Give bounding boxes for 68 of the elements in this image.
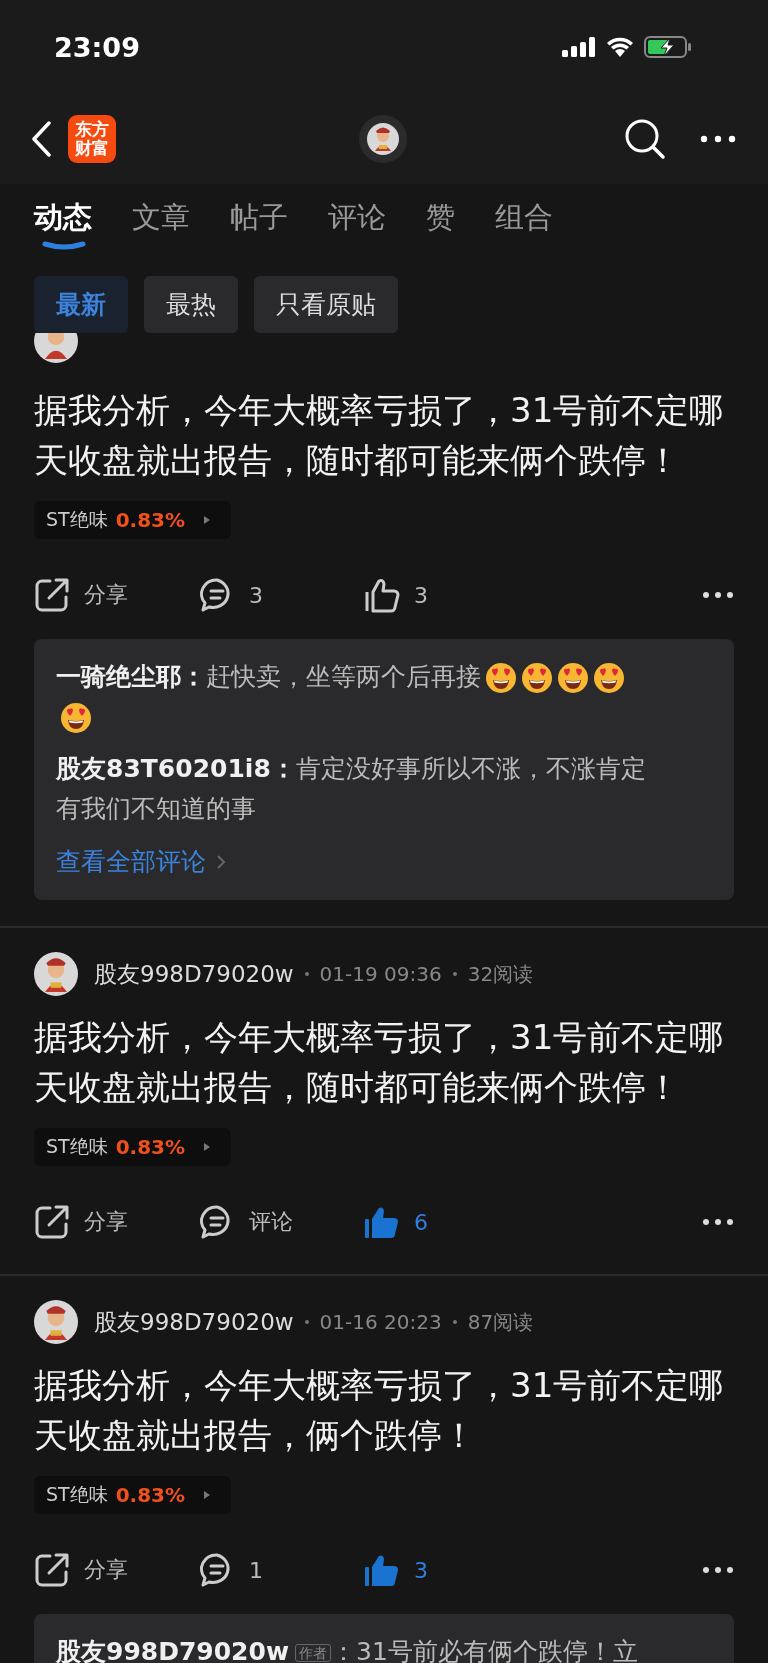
separator-dot	[452, 972, 457, 976]
separator-dot	[452, 1320, 457, 1324]
separator-dot	[304, 1320, 309, 1324]
heart-eyes-emoji-icon	[485, 662, 517, 694]
share-button[interactable]: 分享	[34, 1204, 199, 1240]
battery-charging-icon	[644, 36, 692, 58]
search-icon[interactable]	[624, 118, 666, 160]
post-text: 据我分析，今年大概率亏损了，31号前不定哪天收盘就出报告，随时都可能来俩个跌停！	[34, 389, 725, 482]
share-button[interactable]: 分享	[34, 577, 199, 613]
comment-text: ：31号前必有俩个跌停！立	[331, 1637, 638, 1663]
filter-chip[interactable]: 最热	[144, 276, 238, 333]
filter-chip[interactable]: 最新	[34, 276, 128, 333]
stock-tag[interactable]: ST绝味 0.83%	[34, 1476, 232, 1514]
chevron-right-icon	[216, 853, 226, 870]
signal-icon	[562, 37, 596, 57]
like-button[interactable]: 3	[364, 1552, 529, 1588]
tab[interactable]: 赞	[426, 198, 455, 254]
more-icon[interactable]	[702, 591, 734, 599]
tab[interactable]: 动态	[34, 198, 92, 254]
play-arrow-icon	[203, 1142, 212, 1152]
comment-button[interactable]: 3	[199, 577, 364, 613]
author-name[interactable]: 股友998D79020w	[94, 1306, 294, 1338]
share-button[interactable]: 分享	[34, 1552, 199, 1588]
play-arrow-icon	[203, 1490, 212, 1500]
tab-indicator	[42, 240, 86, 250]
tab[interactable]: 帖子	[230, 198, 288, 254]
avatar-icon[interactable]	[34, 1300, 78, 1344]
post-text: 据我分析，今年大概率亏损了，31号前不定哪天收盘就出报告，随时都可能来俩个跌停！	[34, 1016, 725, 1109]
like-button[interactable]: 6	[364, 1204, 529, 1240]
separator-dot	[304, 972, 309, 976]
tab[interactable]: 组合	[495, 198, 553, 254]
more-icon[interactable]	[702, 1218, 734, 1226]
avatar-icon[interactable]	[359, 115, 407, 163]
share-icon	[34, 577, 70, 613]
commenter-name[interactable]: 一骑绝尘耶：	[56, 662, 206, 691]
share-icon	[34, 1204, 70, 1240]
like-button[interactable]: 3	[364, 577, 529, 613]
read-count: 87阅读	[467, 1308, 534, 1336]
author-badge: 作者	[295, 1644, 331, 1662]
post-text: 据我分析，今年大概率亏损了，31号前不定哪天收盘就出报告，俩个跌停！	[34, 1364, 725, 1457]
post-time: 01-16 20:23	[319, 1310, 442, 1334]
stock-tag[interactable]: ST绝味 0.83%	[34, 1128, 232, 1166]
comment-button[interactable]: 1	[199, 1552, 364, 1588]
author-name[interactable]: 股友998D79020w	[94, 958, 294, 990]
filter-chip[interactable]: 只看原贴	[254, 276, 398, 333]
heart-eyes-emoji-icon	[593, 662, 625, 694]
more-icon[interactable]	[702, 1566, 734, 1574]
view-all-comments-link[interactable]: 查看全部评论	[56, 845, 226, 878]
app-logo: 东方 财富	[68, 115, 116, 163]
heart-eyes-emoji-icon	[557, 662, 589, 694]
read-count: 32阅读	[467, 960, 534, 988]
avatar-icon[interactable]	[34, 952, 78, 996]
more-icon[interactable]	[700, 135, 736, 143]
stock-tag[interactable]: ST绝味 0.83%	[34, 501, 232, 539]
heart-eyes-emoji-icon	[60, 702, 92, 734]
post-time: 01-19 09:36	[319, 962, 442, 986]
comment-button[interactable]: 评论	[199, 1204, 364, 1240]
thumbs-up-icon	[364, 577, 400, 613]
back-icon[interactable]	[30, 121, 52, 157]
tab[interactable]: 评论	[328, 198, 386, 254]
wifi-icon	[606, 37, 634, 57]
status-time: 23:09	[54, 31, 140, 63]
comment-text: 赶快卖，坐等两个后再接	[206, 662, 481, 691]
tab[interactable]: 文章	[132, 198, 190, 254]
heart-eyes-emoji-icon	[521, 662, 553, 694]
share-icon	[34, 1552, 70, 1588]
play-arrow-icon	[203, 515, 212, 525]
comment-text: 股友83T60201i8：肯定没好事所以不涨，不涨肯定有我们不知道的事	[56, 753, 647, 825]
